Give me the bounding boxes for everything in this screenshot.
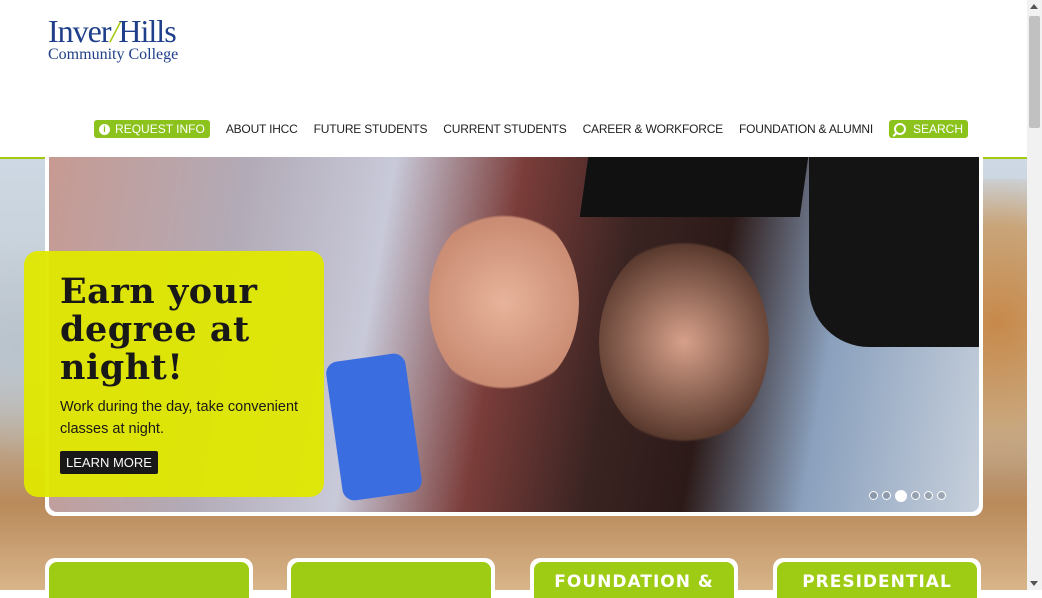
request-info-button[interactable]: i REQUEST INFO <box>94 120 210 138</box>
nav-item-future-students[interactable]: FUTURE STUDENTS <box>306 122 436 136</box>
info-icon: i <box>99 123 111 135</box>
feature-card-1[interactable] <box>45 558 253 598</box>
hero-callout: Earn your degree at night! Work during t… <box>24 251 324 497</box>
feature-card-presidential[interactable]: PRESIDENTIAL <box>773 558 981 598</box>
college-logo[interactable]: Inver/Hills Community College <box>48 14 198 70</box>
feature-card-1-label <box>49 562 249 598</box>
hero-headline: Earn your degree at night! <box>60 271 258 388</box>
slider-dot-6[interactable] <box>937 491 946 500</box>
graduation-cap-shape <box>579 157 809 217</box>
logo-word-inver: Inver <box>48 13 112 49</box>
slider-dot-1[interactable] <box>869 491 878 500</box>
slider-dots <box>869 489 946 502</box>
feature-card-4-label: PRESIDENTIAL <box>777 562 977 598</box>
slider-dot-4[interactable] <box>911 491 920 500</box>
slider-dot-2[interactable] <box>882 491 891 500</box>
slider-dot-3[interactable] <box>895 489 907 502</box>
search-label: SEARCH <box>912 122 963 136</box>
scrollbar-thumb[interactable] <box>1029 16 1040 128</box>
nav-item-career-workforce[interactable]: CAREER & WORKFORCE <box>575 122 731 136</box>
feature-card-2-label <box>291 562 491 598</box>
logo-subtitle: Community College <box>48 46 179 63</box>
photo-girl-face <box>429 207 579 397</box>
request-info-label: REQUEST INFO <box>115 122 205 136</box>
scroll-up-arrow-icon[interactable] <box>1030 4 1038 9</box>
nav-item-about[interactable]: ABOUT IHCC <box>218 122 306 136</box>
graduation-cap-shape-right <box>809 157 979 347</box>
slider-dot-5[interactable] <box>924 491 933 500</box>
photo-man-face <box>599 237 769 447</box>
learn-more-button[interactable]: LEARN MORE <box>60 451 158 474</box>
scroll-down-arrow-icon[interactable] <box>1030 581 1038 586</box>
nav-item-foundation-alumni[interactable]: FOUNDATION & ALUMNI <box>731 122 881 136</box>
photo-phone <box>324 352 424 502</box>
hero-body-text: Work during the day, take convenient cla… <box>60 399 299 437</box>
feature-card-3-label: FOUNDATION & <box>534 562 734 598</box>
search-button[interactable]: SEARCH <box>888 120 968 138</box>
feature-card-2[interactable] <box>287 558 495 598</box>
logo-word-hills: Hills <box>118 13 176 49</box>
main-nav: i REQUEST INFO ABOUT IHCC FUTURE STUDENT… <box>86 120 976 138</box>
nav-item-current-students[interactable]: CURRENT STUDENTS <box>435 122 574 136</box>
feature-card-foundation[interactable]: FOUNDATION & <box>530 558 738 598</box>
site-header: Inver/Hills Community College i REQUEST … <box>0 0 1027 159</box>
search-icon <box>893 123 906 135</box>
vertical-scrollbar[interactable] <box>1027 0 1042 590</box>
